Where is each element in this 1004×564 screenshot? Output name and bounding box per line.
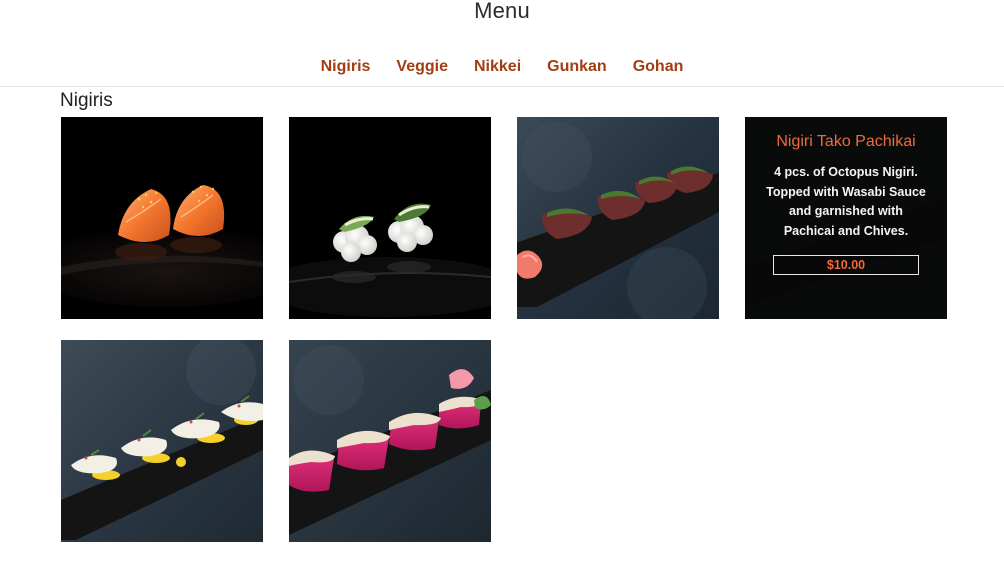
nav-divider	[0, 86, 1004, 87]
item-name: Nigiri Tako Pachikai	[776, 133, 916, 150]
nav-link-nigiris[interactable]: Nigiris	[321, 58, 371, 78]
page-title: Menu	[474, 0, 530, 23]
menu-item-card[interactable]	[517, 117, 719, 319]
menu-item-card[interactable]	[289, 117, 491, 319]
nav-link-nikkei[interactable]: Nikkei	[474, 58, 521, 78]
menu-item-card[interactable]	[61, 340, 263, 542]
category-nav: Nigiris Veggie Nikkei Gunkan Gohan	[0, 58, 1004, 78]
white-fish-nigiri-photo	[61, 340, 263, 542]
nav-link-veggie[interactable]: Veggie	[396, 58, 448, 78]
menu-item-card[interactable]	[289, 340, 491, 542]
section-heading: Nigiris	[60, 90, 113, 111]
nav-link-gunkan[interactable]: Gunkan	[547, 58, 607, 78]
tuna-nigiri-photo	[289, 340, 491, 542]
menu-item-card-active[interactable]: Nigiri Tako Pachikai 4 pcs. of Octopus N…	[745, 117, 947, 319]
salmon-nigiri-photo	[61, 117, 263, 319]
menu-item-card[interactable]	[61, 117, 263, 319]
item-description: 4 pcs. of Octopus Nigiri. Topped with Wa…	[766, 165, 926, 238]
item-details-overlay: Nigiri Tako Pachikai 4 pcs. of Octopus N…	[745, 117, 947, 319]
price-button[interactable]: $10.00	[773, 255, 919, 275]
seared-beef-nigiri-photo	[517, 117, 719, 319]
cauliflower-nigiri-photo	[289, 117, 491, 319]
nav-link-gohan[interactable]: Gohan	[633, 58, 684, 78]
